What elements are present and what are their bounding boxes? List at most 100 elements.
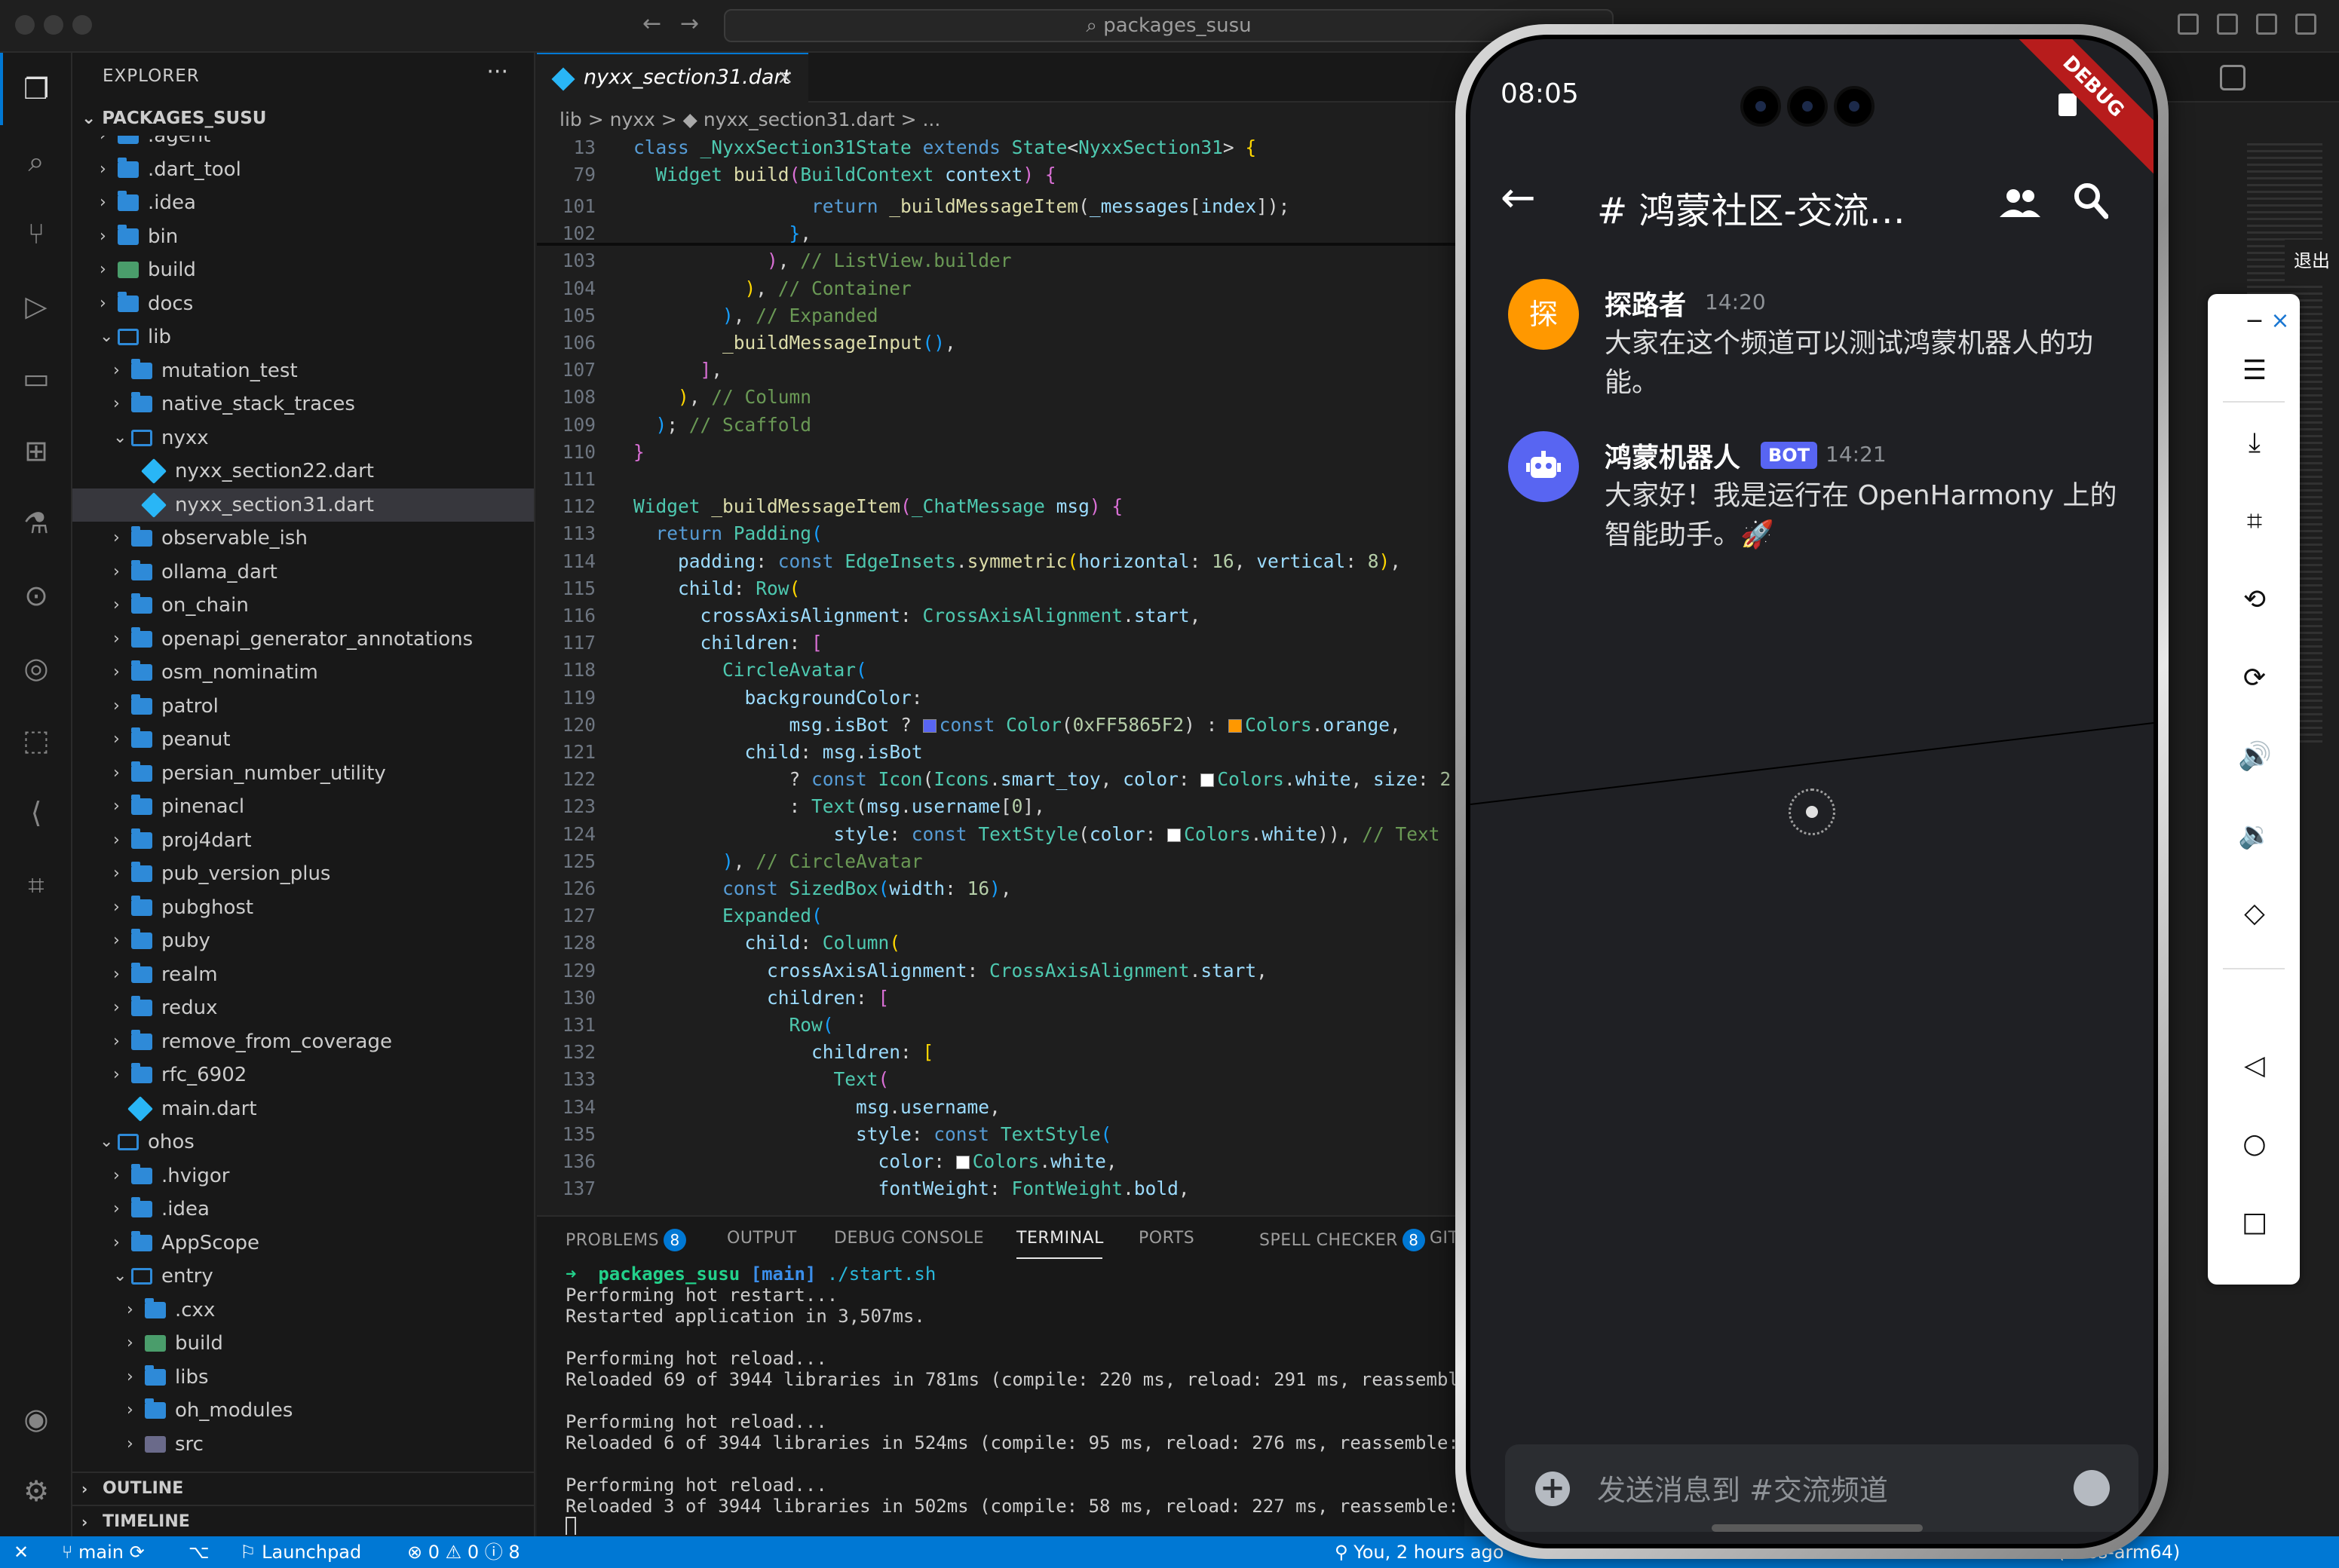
explorer-files-icon[interactable]: ❐ [18,71,54,107]
code-line[interactable]: 134 msg.username, [537,1094,1464,1121]
scan-icon[interactable]: ⌗ [18,867,54,903]
code-line[interactable]: 115 child: Row( [537,575,1464,602]
code-line[interactable]: 123 : Text(msg.username[0], [537,793,1464,820]
volume-up-icon[interactable]: 🔊 [2238,740,2272,773]
code-line[interactable]: 132 children: [ [537,1039,1464,1066]
search-icon[interactable]: ⌕ [18,143,54,179]
volume-down-icon[interactable]: 🔉 [2238,819,2272,852]
user-avatar[interactable]: 探 [1508,279,1579,350]
back-arrow-icon[interactable]: ← [642,11,661,37]
code-line[interactable]: 130 children: [ [537,985,1464,1012]
code-line[interactable]: 107 ], [537,357,1464,384]
code-line[interactable]: 112 Widget _buildMessageItem(_ChatMessage… [537,493,1464,520]
tree-item[interactable]: › .agent [72,136,534,152]
code-line[interactable]: 104 ), // Container [537,275,1464,302]
nav-home-icon[interactable]: ○ [2238,1128,2271,1161]
exit-button[interactable]: 退出 [2285,240,2339,282]
layout-grid-icon[interactable] [2178,14,2199,35]
tree-item[interactable]: › pubghost [72,891,534,924]
tree-item[interactable]: › rfc_6902 [72,1058,534,1092]
tree-item[interactable]: ⌄ entry [72,1260,534,1293]
tree-item[interactable]: › openapi_generator_annotations [72,623,534,656]
git-graph-icon[interactable]: ⊙ [18,577,54,614]
tree-item[interactable]: › pinenacl [72,790,534,823]
members-icon[interactable] [1998,188,2042,219]
panel-tab-ports[interactable]: PORTS [1139,1229,1194,1248]
code-line[interactable]: 128 child: Column( [537,929,1464,957]
close-window-button[interactable] [15,15,35,35]
tree-item[interactable]: › patrol [72,690,534,723]
tree-item[interactable]: ⌄ ohos [72,1125,534,1159]
gitlens-icon[interactable]: ◎ [18,650,54,686]
code-line[interactable]: 127 Expanded( [537,902,1464,929]
code-line[interactable]: 131 Row( [537,1012,1464,1039]
breadcrumb[interactable]: lib > nyxx > ◆ nyxx_section31.dart > ... [559,109,940,130]
rotate-right-icon[interactable]: ⟳ [2238,662,2271,695]
code-line[interactable]: 136 color: Colors.white, [537,1148,1464,1175]
code-line[interactable]: 116 crossAxisAlignment: CrossAxisAlignme… [537,602,1464,629]
code-line[interactable]: 79 Widget build(BuildContext context) { [537,161,1464,188]
tree-item[interactable]: › build [72,1327,534,1360]
terminal[interactable]: ➜ packages_susu [main] ./start.sh Perform… [566,1263,1463,1535]
minimize-window-button[interactable] [44,15,63,35]
tree-item[interactable]: › oh_modules [72,1394,534,1427]
code-line[interactable]: 114 padding: const EdgeInsets.symmetric(… [537,548,1464,575]
code-line[interactable]: 125 ), // CircleAvatar [537,848,1464,875]
tree-item[interactable]: › .cxx [72,1294,534,1327]
testing-flask-icon[interactable]: ⚗ [18,505,54,541]
toggle-panel-icon[interactable] [2256,14,2277,35]
tree-item[interactable]: ⌄ lib [72,320,534,354]
panel-tab-spell-checker[interactable]: SPELL CHECKER 8 [1259,1229,1425,1251]
tree-item[interactable]: › AppScope [72,1227,534,1260]
section-timeline[interactable]: › TIMELINE [72,1505,534,1536]
branch-status[interactable]: ⑂ main ⟳ [62,1536,145,1568]
code-line[interactable]: 133 Text( [537,1066,1464,1093]
problems-status[interactable]: ⊗ 0 ⚠ 0 ⓘ 8 [407,1536,520,1568]
code-line[interactable]: 120 msg.isBot ? const Color(0xFF5865F2) … [537,712,1464,739]
rotate-left-icon[interactable]: ⟲ [2238,583,2271,617]
flutter-icon[interactable]: ⟨ [18,795,54,831]
panel-tab-terminal[interactable]: TERMINAL [1016,1229,1104,1248]
remote-indicator-icon[interactable]: ✕ [14,1536,29,1568]
tree-item[interactable]: › ollama_dart [72,556,534,589]
close-icon[interactable]: × [2264,305,2297,338]
panel-tab-output[interactable]: OUTPUT [727,1229,797,1248]
screenshot-icon[interactable]: ⤓ [2238,427,2271,460]
tab-nyxx-section31[interactable]: nyxx_section31.dart × [537,53,808,103]
tree-item[interactable]: nyxx_section22.dart [72,455,534,488]
tree-item[interactable]: › native_stack_traces [72,387,534,421]
open-changes-icon[interactable] [2220,65,2246,90]
tree-item[interactable]: › realm [72,958,534,991]
tree-item[interactable]: › .idea [72,1193,534,1226]
tree-item[interactable]: › osm_nominatim [72,656,534,689]
tree-item[interactable]: › persian_number_utility [72,757,534,790]
tree-item[interactable]: › mutation_test [72,354,534,387]
code-line[interactable]: 126 const SizedBox(width: 16), [537,875,1464,902]
code-line[interactable]: 113 return Padding( [537,520,1464,547]
tree-item[interactable]: main.dart [72,1092,534,1125]
panel-tab-debug-console[interactable]: DEBUG CONSOLE [834,1229,984,1248]
tree-item[interactable]: › build [72,253,534,286]
containers-icon[interactable]: ⬚ [18,722,54,758]
code-line[interactable]: 137 fontWeight: FontWeight.bold, [537,1175,1464,1202]
panel-tab-problems[interactable]: PROBLEMS 8 [566,1229,687,1251]
tree-item[interactable]: › .dart_tool [72,153,534,186]
tree-item[interactable]: › remove_from_coverage [72,1025,534,1058]
account-icon[interactable]: ◉ [18,1401,54,1437]
tree-item[interactable]: › pub_version_plus [72,857,534,890]
code-line[interactable]: 110} [537,439,1464,466]
git-graph-status-icon[interactable]: ⌥ [189,1536,210,1568]
settings-gear-icon[interactable]: ⚙ [18,1473,54,1509]
tree-item[interactable]: › src [72,1428,534,1461]
toggle-sidebar-icon[interactable] [2217,14,2238,35]
tree-item[interactable]: › on_chain [72,589,534,622]
bot-avatar[interactable] [1508,431,1579,502]
tree-item[interactable]: ⌄ nyxx [72,421,534,455]
remote-explorer-icon[interactable]: ▭ [18,360,54,397]
tree-item[interactable]: › libs [72,1361,534,1394]
message-input-bar[interactable]: + 发送消息到 #交流频道 [1505,1444,2138,1532]
section-outline[interactable]: › OUTLINE [72,1472,534,1505]
code-line[interactable]: 105 ), // Expanded [537,302,1464,329]
message-input-placeholder[interactable]: 发送消息到 #交流频道 [1597,1467,1888,1508]
blame-status[interactable]: ⚲ You, 2 hours ago [1335,1536,1504,1568]
